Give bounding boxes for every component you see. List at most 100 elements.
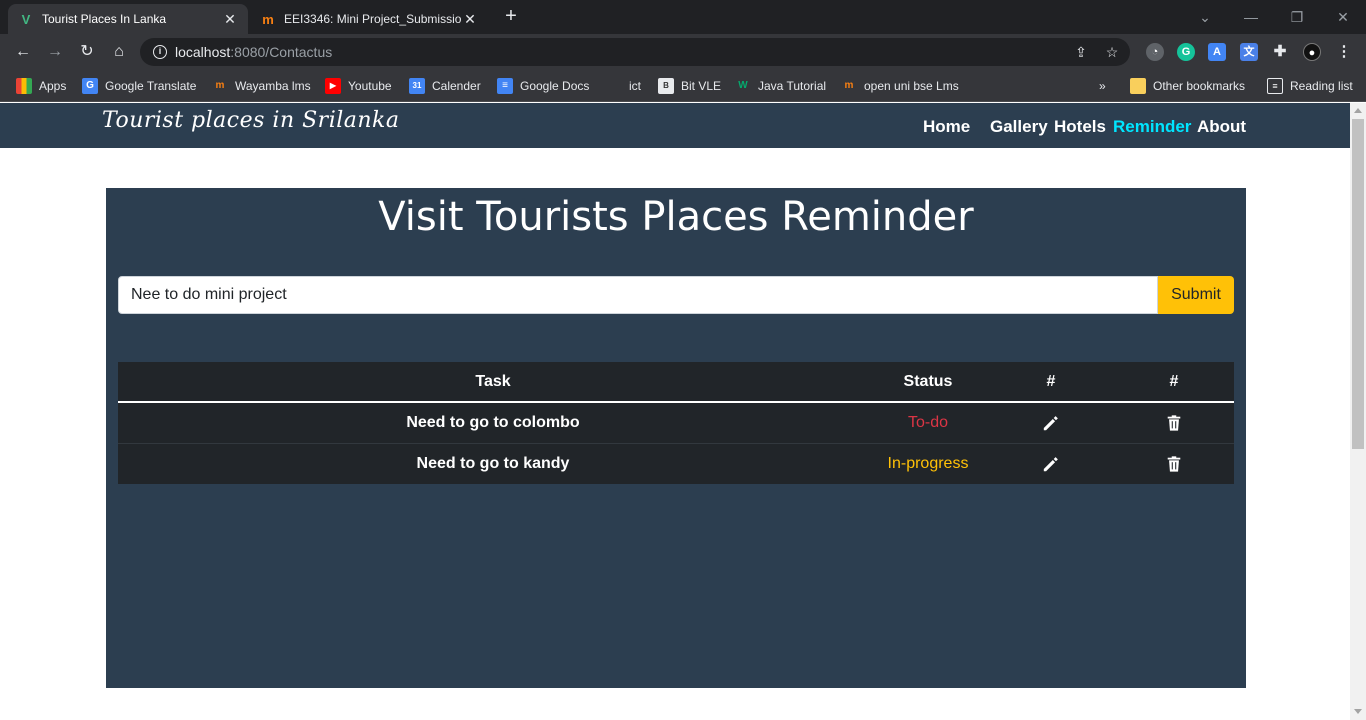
delete-cell <box>1114 401 1234 443</box>
page-scrollbar[interactable] <box>1350 103 1366 720</box>
pencil-icon[interactable] <box>1042 414 1060 432</box>
bookmarks-overflow-button[interactable]: » <box>1099 77 1106 95</box>
bookmark-label: Calender <box>432 79 481 93</box>
w3-icon: W <box>738 80 748 91</box>
docs-icon: ≡ <box>497 78 513 94</box>
nav-reminder[interactable]: Reminder <box>1113 117 1191 137</box>
status-label[interactable]: To-do <box>868 401 988 443</box>
url-host: localhost <box>175 44 231 60</box>
pencil-icon[interactable] <box>1042 455 1060 473</box>
site-brand[interactable]: Tourist places in Srilanka <box>102 108 400 133</box>
bookmark-google-translate[interactable]: G Google Translate <box>82 77 196 95</box>
back-arrow-icon[interactable]: ← <box>12 41 34 63</box>
nav-hotels[interactable]: Hotels <box>1054 117 1106 137</box>
address-bar[interactable]: i localhost:8080/Contactus ⇪ ☆ <box>140 38 1130 66</box>
scrollbar-thumb[interactable] <box>1352 119 1364 449</box>
google-translate-icon[interactable]: 文 <box>1240 43 1258 61</box>
tab-title: EEI3346: Mini Project_Submission <box>284 12 462 26</box>
column-header-delete: # <box>1114 362 1234 403</box>
forward-arrow-icon[interactable]: → <box>44 41 66 63</box>
reminder-panel: Visit Tourists Places Reminder Submit Ta… <box>106 188 1246 688</box>
tab-search-icon[interactable]: ⌄ <box>1182 0 1228 34</box>
apps-grid-icon <box>16 78 32 94</box>
table-row: Need to go to kandy In-progress <box>118 442 1234 484</box>
nav-home[interactable]: Home <box>923 117 970 137</box>
bookmark-open-uni[interactable]: m open uni bse Lms <box>841 77 959 95</box>
moodle-icon: m <box>215 80 225 91</box>
close-window-button[interactable]: ✕ <box>1320 0 1366 34</box>
browser-toolbar: ← → ↻ ⌂ i localhost:8080/Contactus ⇪ ☆ ◔… <box>0 34 1366 70</box>
bookmark-label: Java Tutorial <box>758 79 827 93</box>
new-tab-button[interactable]: + <box>500 6 522 28</box>
tab-tourist-places[interactable]: V Tourist Places In Lanka ✕ <box>8 4 248 34</box>
bookmark-label: Wayamba lms <box>235 79 311 93</box>
table-row: Need to go to colombo To-do <box>118 401 1234 443</box>
nav-about[interactable]: About <box>1197 117 1246 137</box>
task-name: Need to go to kandy <box>118 442 868 484</box>
restore-button[interactable]: ❐ <box>1274 0 1320 34</box>
bookmark-label: Youtube <box>348 79 392 93</box>
bookmark-bit-vle[interactable]: B Bit VLE <box>658 77 721 95</box>
site-navbar: Tourist places in Srilanka Home Gallery … <box>0 103 1350 148</box>
reading-list-icon: ≡ <box>1267 78 1283 94</box>
close-tab-icon[interactable]: ✕ <box>222 11 238 28</box>
minimize-button[interactable]: — <box>1228 0 1274 34</box>
trash-icon[interactable] <box>1165 414 1183 432</box>
extensions-puzzle-icon[interactable]: ✚ <box>1271 43 1289 61</box>
bookmark-apps[interactable]: Apps <box>16 77 66 95</box>
bookmark-label: Other bookmarks <box>1153 79 1246 93</box>
status-label[interactable]: In-progress <box>868 442 988 484</box>
task-input[interactable] <box>118 276 1158 314</box>
bookmark-label: open uni bse Lms <box>864 79 959 93</box>
reload-icon[interactable]: ↻ <box>76 41 98 63</box>
bookmark-youtube[interactable]: ▶ Youtube <box>325 77 392 95</box>
bookmark-calender[interactable]: 31 Calender <box>409 77 481 95</box>
other-bookmarks[interactable]: Other bookmarks <box>1130 77 1245 95</box>
task-name: Need to go to colombo <box>118 401 868 443</box>
tab-title: Tourist Places In Lanka <box>42 12 167 26</box>
submit-button[interactable]: Submit <box>1158 276 1234 314</box>
page-viewport: Tourist places in Srilanka Home Gallery … <box>0 103 1350 720</box>
trash-icon[interactable] <box>1165 455 1183 473</box>
translate-extension-icon[interactable]: A <box>1208 43 1226 61</box>
bookmark-ict[interactable]: ict <box>629 77 641 95</box>
home-icon[interactable]: ⌂ <box>108 41 130 63</box>
scroll-up-icon[interactable] <box>1354 108 1362 113</box>
info-icon[interactable]: i <box>153 45 167 59</box>
extension-icon[interactable]: ◔ <box>1146 43 1164 61</box>
folder-icon <box>1130 78 1146 94</box>
column-header-task: Task <box>118 362 868 403</box>
bit-icon: B <box>658 78 674 94</box>
bookmark-label: Google Translate <box>105 79 197 93</box>
overflow-chevron-icon: » <box>1099 79 1106 93</box>
url-path: :8080/Contactus <box>230 44 333 60</box>
bookmark-star-icon[interactable]: ☆ <box>1103 43 1121 61</box>
calendar-icon: 31 <box>409 78 425 94</box>
reading-list[interactable]: ≡ Reading list <box>1267 77 1353 95</box>
page-title: Visit Tourists Places Reminder <box>378 194 974 240</box>
close-tab-icon[interactable]: ✕ <box>462 11 478 28</box>
tab-mini-project[interactable]: m EEI3346: Mini Project_Submission ✕ <box>250 4 488 34</box>
edit-cell <box>988 401 1114 443</box>
bookmark-wayamba-lms[interactable]: m Wayamba lms <box>212 77 311 95</box>
bookmark-label: Apps <box>39 79 67 93</box>
moodle-icon: m <box>262 11 274 27</box>
moodle-icon: m <box>844 80 854 91</box>
profile-avatar[interactable]: ● <box>1303 43 1321 61</box>
table-header-row: Task Status # # <box>118 362 1234 403</box>
bookmark-label: Google Docs <box>520 79 590 93</box>
browser-tab-strip: V Tourist Places In Lanka ✕ m EEI3346: M… <box>0 0 1366 34</box>
bookmark-label: Bit VLE <box>681 79 722 93</box>
bookmark-java-tutorial[interactable]: W Java Tutorial <box>735 77 826 95</box>
bookmark-label: Reading list <box>1290 79 1353 93</box>
bookmark-google-docs[interactable]: ≡ Google Docs <box>497 77 589 95</box>
scroll-down-icon[interactable] <box>1354 709 1362 714</box>
nav-gallery[interactable]: Gallery <box>990 117 1048 137</box>
grammarly-icon[interactable]: G <box>1177 43 1195 61</box>
bookmarks-bar: Apps G Google Translate m Wayamba lms ▶ … <box>0 70 1366 102</box>
share-icon[interactable]: ⇪ <box>1072 43 1090 61</box>
menu-kebab-icon[interactable]: ⋮ <box>1335 43 1353 61</box>
delete-cell <box>1114 442 1234 484</box>
task-table: Task Status # # Need to go to colombo To… <box>118 362 1234 484</box>
bookmark-label: ict <box>629 79 641 93</box>
